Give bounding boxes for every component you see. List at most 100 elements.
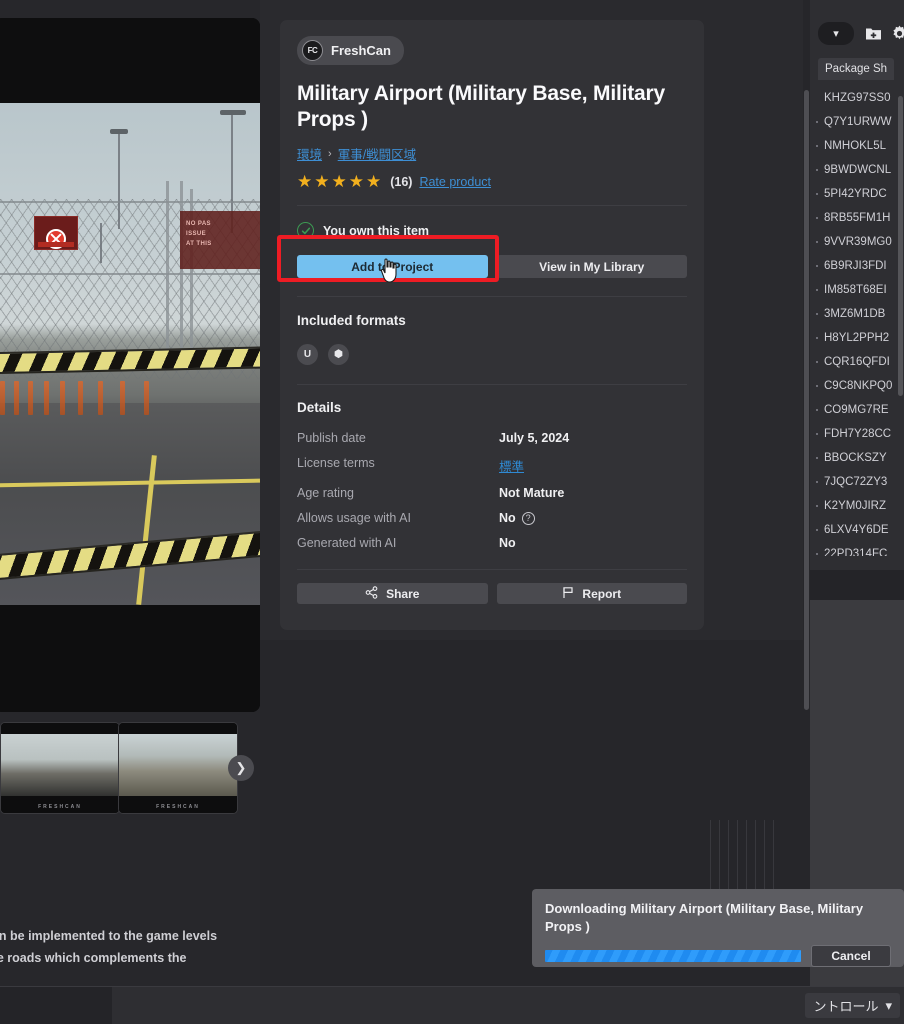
download-progress-row: Cancel	[545, 945, 891, 967]
view-in-my-library-button[interactable]: View in My Library	[496, 255, 687, 278]
unreal-engine-icon[interactable]: U	[297, 344, 318, 365]
fence-post	[166, 181, 169, 361]
rating-count: (16)	[390, 174, 413, 189]
asset-id-list[interactable]: KHZG97SS0 Q7Y1URWW NMHOKL5L 9BWDWCNL 5PI42YR…	[810, 86, 904, 556]
hero-preview-image[interactable]: NO PAS ISSUE AT THIS	[0, 18, 260, 712]
hero-letterbox-top	[0, 18, 260, 103]
list-item[interactable]: Q7Y1URWW	[810, 110, 904, 134]
list-item[interactable]: 5PI42YRDC	[810, 182, 904, 206]
breadcrumb: 環境 › 軍事/戦闘区域	[297, 144, 687, 163]
page-title: Military Airport (Military Base, Militar…	[297, 82, 665, 131]
publisher-name: FreshCan	[331, 43, 391, 58]
share-label: Share	[386, 586, 420, 601]
list-item[interactable]: H8YL2PPH2	[810, 326, 904, 350]
list-item[interactable]: 9BWDWCNL	[810, 158, 904, 182]
detail-key: License terms	[297, 456, 375, 470]
list-item-bullet	[816, 553, 818, 555]
list-item[interactable]: 8RB55FM1H	[810, 206, 904, 230]
package-cube-icon[interactable]: ⬢	[328, 344, 349, 365]
detail-key: Generated with AI	[297, 536, 397, 550]
help-icon[interactable]: ?	[521, 511, 535, 525]
action-button-row: Add to Project View in My Library	[280, 239, 704, 278]
list-item[interactable]: C9C8NKPQ0	[810, 374, 904, 398]
fence-rail	[0, 273, 260, 275]
thumbnail-carousel: FRESHCAN FRESHCAN ❯	[0, 722, 260, 814]
list-item-bullet	[816, 361, 818, 363]
bottom-left-strip	[0, 987, 112, 1024]
license-terms-link[interactable]: 標準	[499, 456, 524, 475]
publisher-badge[interactable]: FC FreshCan	[297, 36, 404, 65]
list-item-bullet	[816, 241, 818, 243]
list-item[interactable]: K2YM0JIRZ	[810, 494, 904, 518]
list-item[interactable]: FDH7Y28CC	[810, 422, 904, 446]
lamp-head	[110, 129, 128, 134]
bottom-bar: ントロール ▾	[0, 986, 904, 1024]
details-list: Publish date July 5, 2024 License terms …	[297, 431, 687, 550]
controls-dropdown[interactable]: ントロール ▾	[805, 993, 900, 1018]
list-item[interactable]: 7JQC72ZY3	[810, 470, 904, 494]
list-item[interactable]: 6B9RJI3FDI	[810, 254, 904, 278]
list-item-label: CO9MG7RE	[824, 404, 889, 416]
center-panel-scrollbar[interactable]	[803, 0, 810, 1024]
list-item[interactable]: BBOCKSZY	[810, 446, 904, 470]
description-line-1: s. It can be implemented to the game lev…	[0, 929, 218, 943]
thumb-watermark: FRESHCAN	[156, 804, 200, 810]
list-item-bullet	[816, 289, 818, 291]
list-item-label: FDH7Y28CC	[824, 428, 892, 440]
cancel-button[interactable]: Cancel	[811, 945, 891, 967]
package-tab[interactable]: Package Sh	[818, 58, 895, 80]
download-title: Downloading Military Airport (Military B…	[545, 901, 864, 934]
list-item[interactable]: 9VVR39MG0	[810, 230, 904, 254]
detail-value: No	[499, 536, 516, 550]
no-entry-sign	[34, 216, 78, 250]
list-item-label: 7JQC72ZY3	[824, 476, 888, 488]
scrollbar-thumb[interactable]	[804, 90, 809, 710]
list-item-bullet	[816, 337, 818, 339]
breadcrumb-leaf-link[interactable]: 軍事/戦闘区域	[338, 144, 416, 163]
gear-icon[interactable]	[890, 24, 904, 43]
share-button[interactable]: Share	[297, 583, 488, 604]
chevron-right-icon[interactable]: ❯	[228, 755, 254, 781]
list-item[interactable]: IM858T68EI	[810, 278, 904, 302]
list-item-label: 5PI42YRDC	[824, 188, 887, 200]
list-item-label: 3MZ6M1DB	[824, 308, 886, 320]
list-item-label: 6LXV4Y6DE	[824, 524, 889, 536]
list-item[interactable]: 6LXV4Y6DE	[810, 518, 904, 542]
bollard-row	[0, 381, 260, 417]
list-item[interactable]: KHZG97SS0	[810, 86, 904, 110]
chevron-down-icon[interactable]: ▾	[818, 22, 854, 45]
detail-row-generated-with-ai: Generated with AI No	[297, 536, 687, 550]
add-folder-icon[interactable]	[864, 24, 883, 43]
list-item[interactable]: 3MZ6M1DB	[810, 302, 904, 326]
list-item[interactable]: CO9MG7RE	[810, 398, 904, 422]
rate-product-link[interactable]: Rate product	[419, 175, 491, 189]
divider	[297, 296, 687, 297]
ownership-label: You own this item	[323, 223, 430, 238]
list-item-label: IM858T68EI	[824, 284, 887, 296]
list-item-bullet	[816, 121, 818, 123]
panel-list-scrollbar[interactable]	[898, 96, 903, 396]
list-item-label: CQR16QFDI	[824, 356, 890, 368]
detail-row-publish-date: Publish date July 5, 2024	[297, 431, 687, 445]
list-item-bullet	[816, 313, 818, 315]
description-line-2: airbase roads which complements the	[0, 951, 187, 965]
lamp-head	[220, 110, 246, 115]
list-item-bullet	[816, 385, 818, 387]
thumbnail-item[interactable]: FRESHCAN	[118, 722, 238, 814]
report-button[interactable]: Report	[496, 583, 687, 604]
rating-row: ★★★★★ (16) Rate product	[297, 173, 687, 190]
list-item-label: 6B9RJI3FDI	[824, 260, 887, 272]
share-nodes-icon	[365, 585, 378, 602]
product-description: s. It can be implemented to the game lev…	[0, 925, 260, 969]
list-item-bullet	[816, 145, 818, 147]
star-rating-icon: ★★★★★	[297, 172, 384, 191]
add-to-project-button[interactable]: Add to Project	[297, 255, 488, 278]
decorative-lines	[710, 820, 780, 890]
breadcrumb-root-link[interactable]: 環境	[297, 144, 322, 163]
list-item[interactable]: 22PD314FC	[810, 542, 904, 556]
list-item[interactable]: NMHOKL5L	[810, 134, 904, 158]
thumbnail-item[interactable]: FRESHCAN	[0, 722, 120, 814]
sign-caption-bar	[38, 242, 74, 247]
flag-icon	[562, 586, 574, 602]
list-item[interactable]: CQR16QFDI	[810, 350, 904, 374]
